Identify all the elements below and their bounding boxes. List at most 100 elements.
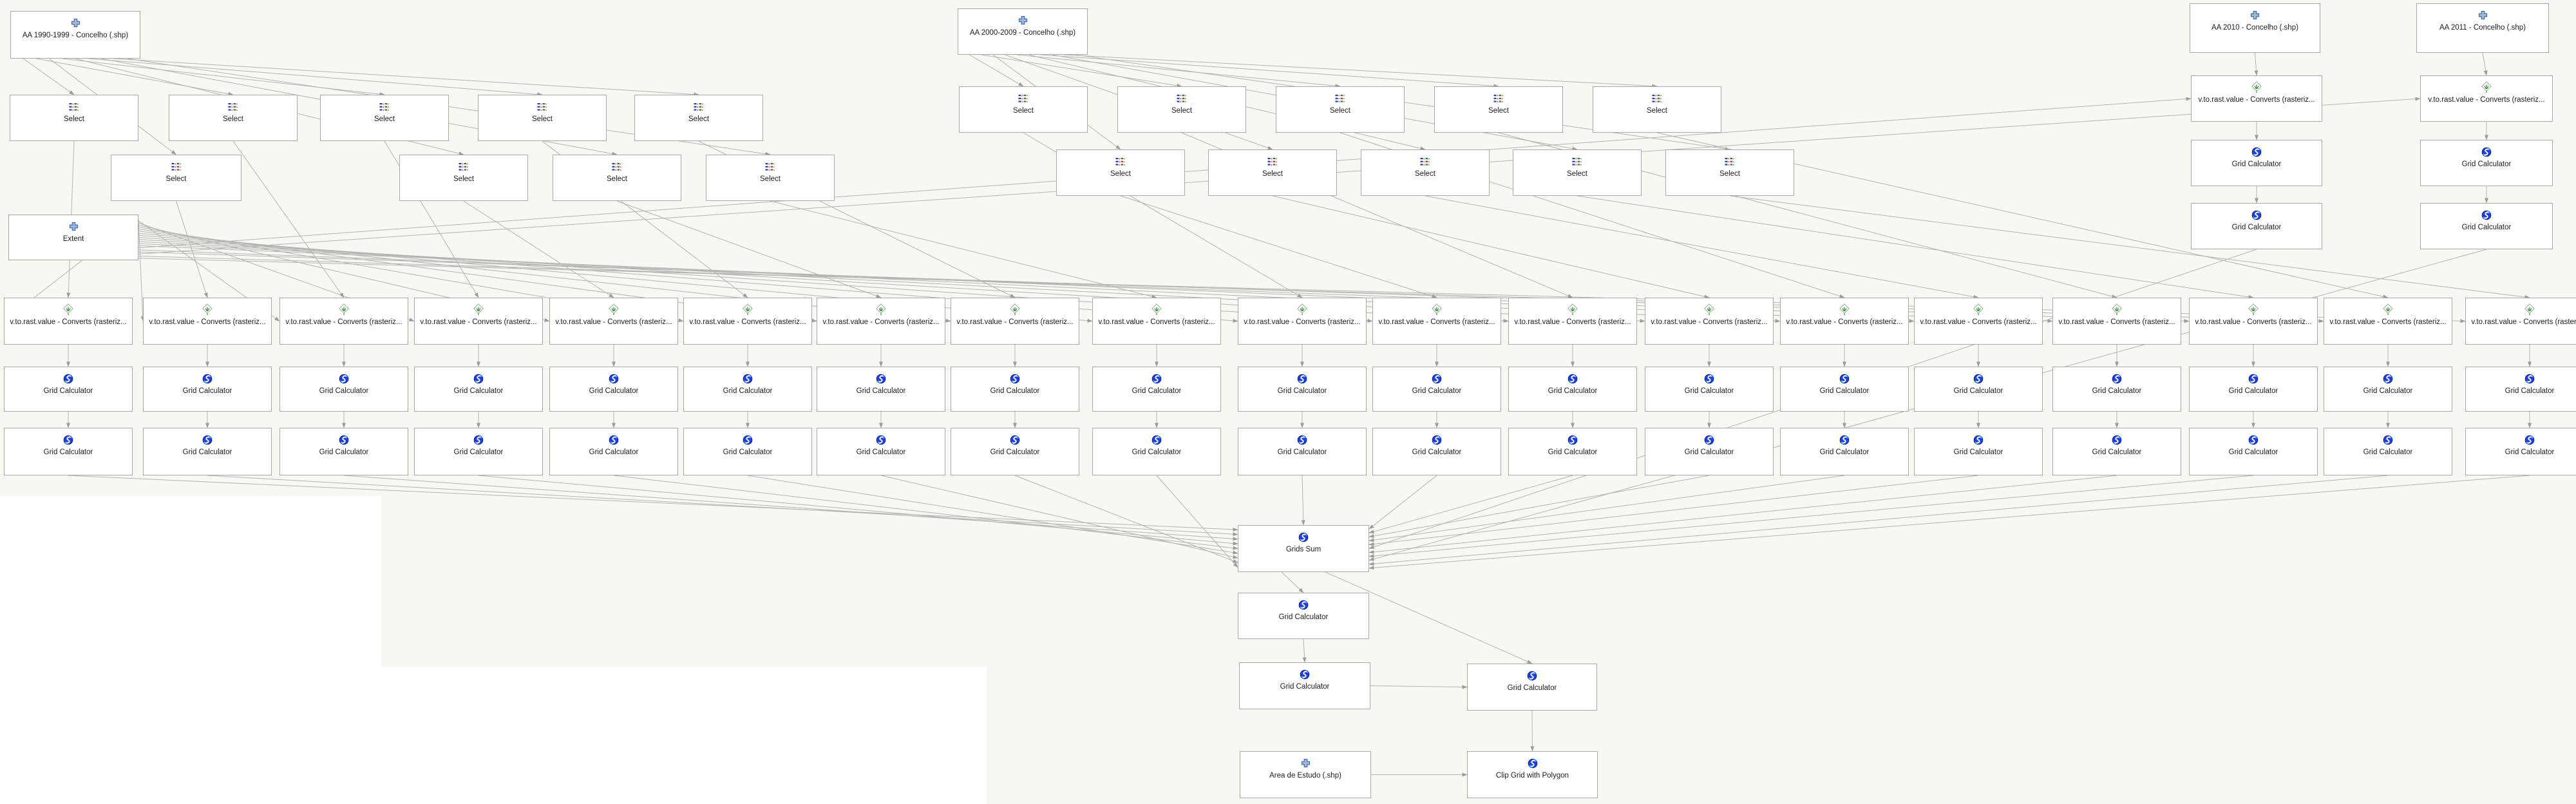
node-gb8[interactable]: Grid Calculator: [951, 428, 1079, 475]
node-v10[interactable]: v.to.rast.value - Converts (rasteriz...: [1238, 298, 1367, 345]
saga-icon: [2524, 372, 2535, 385]
node-r1v[interactable]: v.to.rast.value - Converts (rasteriz...: [2191, 75, 2322, 122]
saga-icon: [2524, 434, 2535, 446]
node-m10[interactable]: Select: [1665, 149, 1794, 196]
node-label: v.to.rast.value - Converts (rasteriz...: [1378, 318, 1495, 326]
node-v1[interactable]: v.to.rast.value - Converts (rasteriz...: [4, 298, 133, 345]
node-ga13[interactable]: Grid Calculator: [1645, 367, 1774, 412]
node-v4[interactable]: v.to.rast.value - Converts (rasteriz...: [414, 298, 543, 345]
node-m7[interactable]: Select: [1208, 149, 1337, 196]
node-extent[interactable]: Extent: [8, 215, 138, 260]
node-ga9[interactable]: Grid Calculator: [1092, 367, 1221, 412]
node-v12[interactable]: v.to.rast.value - Converts (rasteriz...: [1508, 298, 1637, 345]
node-gb15[interactable]: Grid Calculator: [1914, 428, 2043, 475]
node-v16[interactable]: v.to.rast.value - Converts (rasteriz...: [2052, 298, 2181, 345]
node-v2[interactable]: v.to.rast.value - Converts (rasteriz...: [143, 298, 272, 345]
node-r1b[interactable]: Grid Calculator: [2191, 203, 2322, 249]
node-gb16[interactable]: Grid Calculator: [2052, 428, 2181, 475]
node-in2011[interactable]: AA 2011 - Concelho (.shp): [2416, 3, 2549, 53]
node-s4[interactable]: Select: [478, 95, 607, 141]
saga-icon: [609, 372, 619, 385]
node-m3[interactable]: Select: [1276, 86, 1405, 133]
node-s3[interactable]: Select: [320, 95, 449, 141]
node-sum[interactable]: Grids Sum: [1238, 525, 1369, 572]
node-v7[interactable]: v.to.rast.value - Converts (rasteriz...: [817, 298, 945, 345]
saga-icon: [1704, 434, 1714, 446]
node-v9[interactable]: v.to.rast.value - Converts (rasteriz...: [1092, 298, 1221, 345]
node-v14[interactable]: v.to.rast.value - Converts (rasteriz...: [1780, 298, 1909, 345]
node-ga18[interactable]: Grid Calculator: [2324, 367, 2452, 412]
node-gb5[interactable]: Grid Calculator: [549, 428, 678, 475]
node-ga6[interactable]: Grid Calculator: [683, 367, 812, 412]
node-v3[interactable]: v.to.rast.value - Converts (rasteriz...: [279, 298, 408, 345]
node-v17[interactable]: v.to.rast.value - Converts (rasteriz...: [2189, 298, 2318, 345]
node-gcr[interactable]: Grid Calculator: [1467, 664, 1597, 711]
node-ga2[interactable]: Grid Calculator: [143, 367, 272, 412]
node-ga5[interactable]: Grid Calculator: [549, 367, 678, 412]
node-m4[interactable]: Select: [1434, 86, 1563, 133]
node-s2[interactable]: Select: [169, 95, 298, 141]
node-clip[interactable]: Clip Grid with Polygon: [1467, 751, 1598, 798]
node-gb10[interactable]: Grid Calculator: [1238, 428, 1367, 475]
node-gb13[interactable]: Grid Calculator: [1645, 428, 1774, 475]
node-m2[interactable]: Select: [1117, 86, 1246, 133]
node-v5[interactable]: v.to.rast.value - Converts (rasteriz...: [549, 298, 678, 345]
node-ga17[interactable]: Grid Calculator: [2189, 367, 2318, 412]
node-r1a[interactable]: Grid Calculator: [2191, 140, 2322, 186]
node-gb14[interactable]: Grid Calculator: [1780, 428, 1909, 475]
node-ga7[interactable]: Grid Calculator: [817, 367, 945, 412]
node-gb12[interactable]: Grid Calculator: [1508, 428, 1637, 475]
node-in2000[interactable]: AA 2000-2009 - Concelho (.shp): [958, 8, 1088, 55]
node-r2b[interactable]: Grid Calculator: [2420, 203, 2553, 249]
node-gca[interactable]: Grid Calculator: [1238, 593, 1369, 639]
node-gb3[interactable]: Grid Calculator: [279, 428, 408, 475]
node-v18[interactable]: v.to.rast.value - Converts (rasteriz...: [2324, 298, 2452, 345]
node-s9[interactable]: Select: [706, 155, 835, 201]
node-gb18[interactable]: Grid Calculator: [2324, 428, 2452, 475]
node-m6[interactable]: Select: [1056, 149, 1185, 196]
node-ga19[interactable]: Grid Calculator: [2465, 367, 2576, 412]
node-gb19[interactable]: Grid Calculator: [2465, 428, 2576, 475]
node-r2v[interactable]: v.to.rast.value - Converts (rasteriz...: [2420, 75, 2553, 122]
node-r2a[interactable]: Grid Calculator: [2420, 140, 2553, 186]
node-in2010[interactable]: AA 2010 - Concelho (.shp): [2190, 3, 2320, 53]
node-gb6[interactable]: Grid Calculator: [683, 428, 812, 475]
node-v13[interactable]: v.to.rast.value - Converts (rasteriz...: [1645, 298, 1774, 345]
node-v8[interactable]: v.to.rast.value - Converts (rasteriz...: [951, 298, 1079, 345]
node-v15[interactable]: v.to.rast.value - Converts (rasteriz...: [1914, 298, 2043, 345]
node-v19[interactable]: v.to.rast.value - Converts (rasteriz...: [2465, 298, 2576, 345]
node-ga14[interactable]: Grid Calculator: [1780, 367, 1909, 412]
node-ga10[interactable]: Grid Calculator: [1238, 367, 1367, 412]
node-label: Grid Calculator: [990, 448, 1040, 456]
node-gb11[interactable]: Grid Calculator: [1372, 428, 1501, 475]
node-ga12[interactable]: Grid Calculator: [1508, 367, 1637, 412]
node-s6[interactable]: Select: [111, 155, 242, 201]
node-ga11[interactable]: Grid Calculator: [1372, 367, 1501, 412]
node-ga4[interactable]: Grid Calculator: [414, 367, 543, 412]
node-ga15[interactable]: Grid Calculator: [1914, 367, 2043, 412]
node-s7[interactable]: Select: [399, 155, 528, 201]
node-gb2[interactable]: Grid Calculator: [143, 428, 272, 475]
node-gb7[interactable]: Grid Calculator: [817, 428, 945, 475]
node-m9[interactable]: Select: [1513, 149, 1642, 196]
node-m8[interactable]: Select: [1361, 149, 1490, 196]
node-s8[interactable]: Select: [553, 155, 681, 201]
node-gb4[interactable]: Grid Calculator: [414, 428, 543, 475]
node-in1990[interactable]: AA 1990-1999 - Concelho (.shp): [10, 11, 140, 59]
node-m5[interactable]: Select: [1593, 86, 1721, 133]
node-ga16[interactable]: Grid Calculator: [2052, 367, 2181, 412]
node-ga8[interactable]: Grid Calculator: [951, 367, 1079, 412]
node-s5[interactable]: Select: [634, 95, 763, 141]
node-label: Grid Calculator: [1685, 387, 1734, 395]
node-m1[interactable]: Select: [959, 86, 1088, 133]
node-gb17[interactable]: Grid Calculator: [2189, 428, 2318, 475]
node-area[interactable]: Area de Estudo (.shp): [1240, 751, 1371, 798]
node-gb1[interactable]: Grid Calculator: [4, 428, 133, 475]
node-v11[interactable]: v.to.rast.value - Converts (rasteriz...: [1372, 298, 1501, 345]
node-gb9[interactable]: Grid Calculator: [1092, 428, 1221, 475]
node-gcb[interactable]: Grid Calculator: [1239, 662, 1370, 709]
node-s1[interactable]: Select: [10, 95, 138, 141]
node-v6[interactable]: v.to.rast.value - Converts (rasteriz...: [683, 298, 812, 345]
node-ga1[interactable]: Grid Calculator: [4, 367, 133, 412]
node-ga3[interactable]: Grid Calculator: [279, 367, 408, 412]
